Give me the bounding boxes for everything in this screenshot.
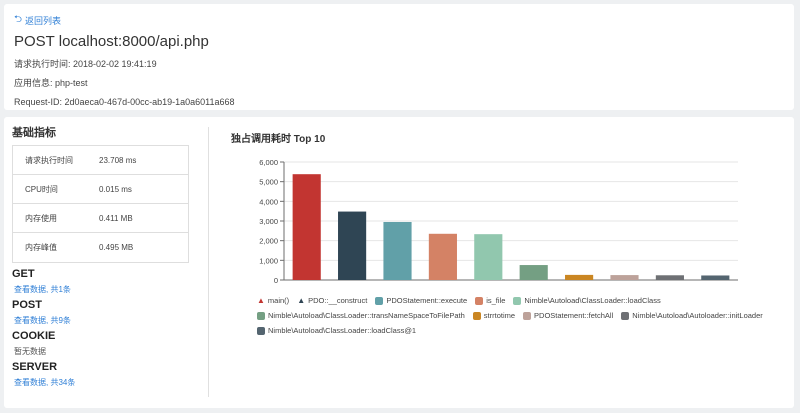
metric-key: CPU时间 (25, 184, 58, 194)
cookie-section-title: COOKIE (12, 330, 56, 342)
cookie-empty-text: 暂无数据 (14, 347, 46, 356)
left-panel: 基础指标 请求执行时间 23.708 ms CPU时间 0.015 ms 内存使… (4, 117, 204, 408)
bar[interactable] (338, 211, 367, 280)
bar[interactable] (519, 265, 548, 280)
legend-swatch (513, 296, 522, 305)
metric-key: 内存峰值 (25, 243, 57, 252)
bar[interactable] (565, 274, 594, 280)
metric-value: 0.495 MB (99, 243, 134, 252)
legend-item[interactable]: PDOStatement::fetchAll (523, 310, 613, 321)
legend-swatch (475, 296, 484, 305)
bar[interactable] (428, 233, 457, 280)
metric-key: 请求执行时间 (25, 155, 73, 165)
legend-item[interactable]: ▲ main() (257, 295, 289, 306)
bar[interactable] (701, 275, 730, 280)
bar[interactable] (655, 275, 684, 280)
legend-label: strrtotime (483, 311, 516, 320)
legend-swatch (257, 311, 265, 320)
legend-label: PDO::__construct (308, 296, 368, 305)
metric-value: 0.411 MB (99, 213, 133, 223)
legend-item[interactable]: is_file (475, 295, 505, 306)
legend-label: is_file (486, 296, 506, 305)
request-id: Request-ID: 2d0aeca0-467d-00cc-ab19-1a0a… (14, 97, 235, 107)
legend-item[interactable]: Nimble\Autoload\ClassLoader::loadClass (513, 295, 661, 306)
chart-title: 独占调用耗时 Top 10 (231, 134, 326, 145)
y-tick-label: 2,000 (259, 237, 278, 246)
metric-row: 内存峰值 0.495 MB (13, 233, 188, 262)
return-arrow-icon: ⮌ (14, 14, 23, 25)
legend-label: PDOStatement::fetchAll (534, 311, 614, 320)
y-tick-label: 3,000 (259, 217, 278, 226)
chart-legend: ▲ main() ▲ PDO::__construct PDOStatement::ex… (257, 295, 797, 336)
legend-label: PDOStatement::execute (386, 296, 468, 305)
post-section-title: POST (12, 299, 42, 311)
legend-item[interactable]: Nimble\Autoload\Autoloader::initLoader (621, 310, 763, 321)
server-view-data-link[interactable]: 查看数据, 共34条 (14, 378, 196, 387)
get-section-title: GET (12, 268, 35, 280)
metrics-title: 基础指标 (12, 127, 56, 139)
metric-row: 请求执行时间 23.708 ms (13, 146, 188, 175)
request-title: POST localhost:8000/api.php (14, 33, 209, 50)
legend-label: Nimble\Autoload\ClassLoader::loadClass@1 (268, 326, 417, 335)
y-tick-label: 6,000 (259, 158, 278, 167)
metric-key: 内存使用 (25, 213, 57, 223)
legend-swatch (472, 311, 481, 320)
legend-label: Nimble\Autoload\ClassLoader::loadClass (524, 296, 661, 305)
legend-item[interactable]: ▲ PDO::__construct (297, 295, 367, 306)
y-tick-label: 5,000 (259, 178, 278, 187)
y-tick-label: 4,000 (259, 197, 278, 206)
back-link-label: 返回列表 (25, 15, 62, 26)
back-to-list-link[interactable]: ⮌ 返回列表 (14, 14, 784, 26)
legend-swatch (257, 326, 265, 335)
get-view-data-link[interactable]: 查看数据, 共1条 (14, 285, 196, 294)
details-card: 基础指标 请求执行时间 23.708 ms CPU时间 0.015 ms 内存使… (4, 117, 794, 408)
bar[interactable] (610, 275, 639, 280)
bar-chart: 0 1,000 2,000 3,000 4,000 5,000 6,000 (259, 158, 738, 285)
legend-swatch (523, 311, 532, 320)
request-header-card: ⮌ 返回列表 POST localhost:8000/api.php 请求执行时… (4, 4, 794, 110)
legend-label: Nimble\Autoload\ClassLoader::transNameSp… (268, 311, 465, 320)
y-tick-label: 0 (274, 276, 278, 285)
legend-swatch (621, 311, 630, 320)
metric-row: 内存使用 0.411 MB (13, 204, 188, 233)
panel-divider (208, 127, 209, 397)
flame-icon: ▲ (297, 295, 306, 305)
flame-icon: ▲ (257, 295, 265, 305)
bar[interactable] (383, 221, 412, 280)
metrics-table: 请求执行时间 23.708 ms CPU时间 0.015 ms 内存使用 0.4… (12, 145, 189, 263)
server-section-title: SERVER (12, 361, 58, 373)
metric-value: 0.015 ms (99, 184, 132, 194)
legend-label: Nimble\Autoload\Autoloader::initLoader (632, 311, 763, 320)
metric-row: CPU时间 0.015 ms (13, 175, 188, 204)
app-info: 应用信息: php-test (14, 78, 88, 88)
legend-item[interactable]: PDOStatement::execute (375, 295, 467, 306)
legend-label: main() (267, 296, 290, 305)
legend-swatch (375, 296, 384, 305)
legend-item[interactable]: Nimble\Autoload\ClassLoader::loadClass@1 (257, 325, 416, 336)
y-tick-label: 1,000 (259, 256, 278, 265)
post-view-data-link[interactable]: 查看数据, 共9条 (14, 316, 196, 325)
bar[interactable] (292, 174, 321, 280)
legend-item[interactable]: Nimble\Autoload\ClassLoader::transNameSp… (257, 310, 465, 321)
request-exec-time: 请求执行时间: 2018-02-02 19:41:19 (14, 59, 157, 69)
metric-value: 23.708 ms (99, 155, 137, 165)
bar[interactable] (474, 234, 503, 280)
legend-item[interactable]: strrtotime (472, 310, 516, 321)
